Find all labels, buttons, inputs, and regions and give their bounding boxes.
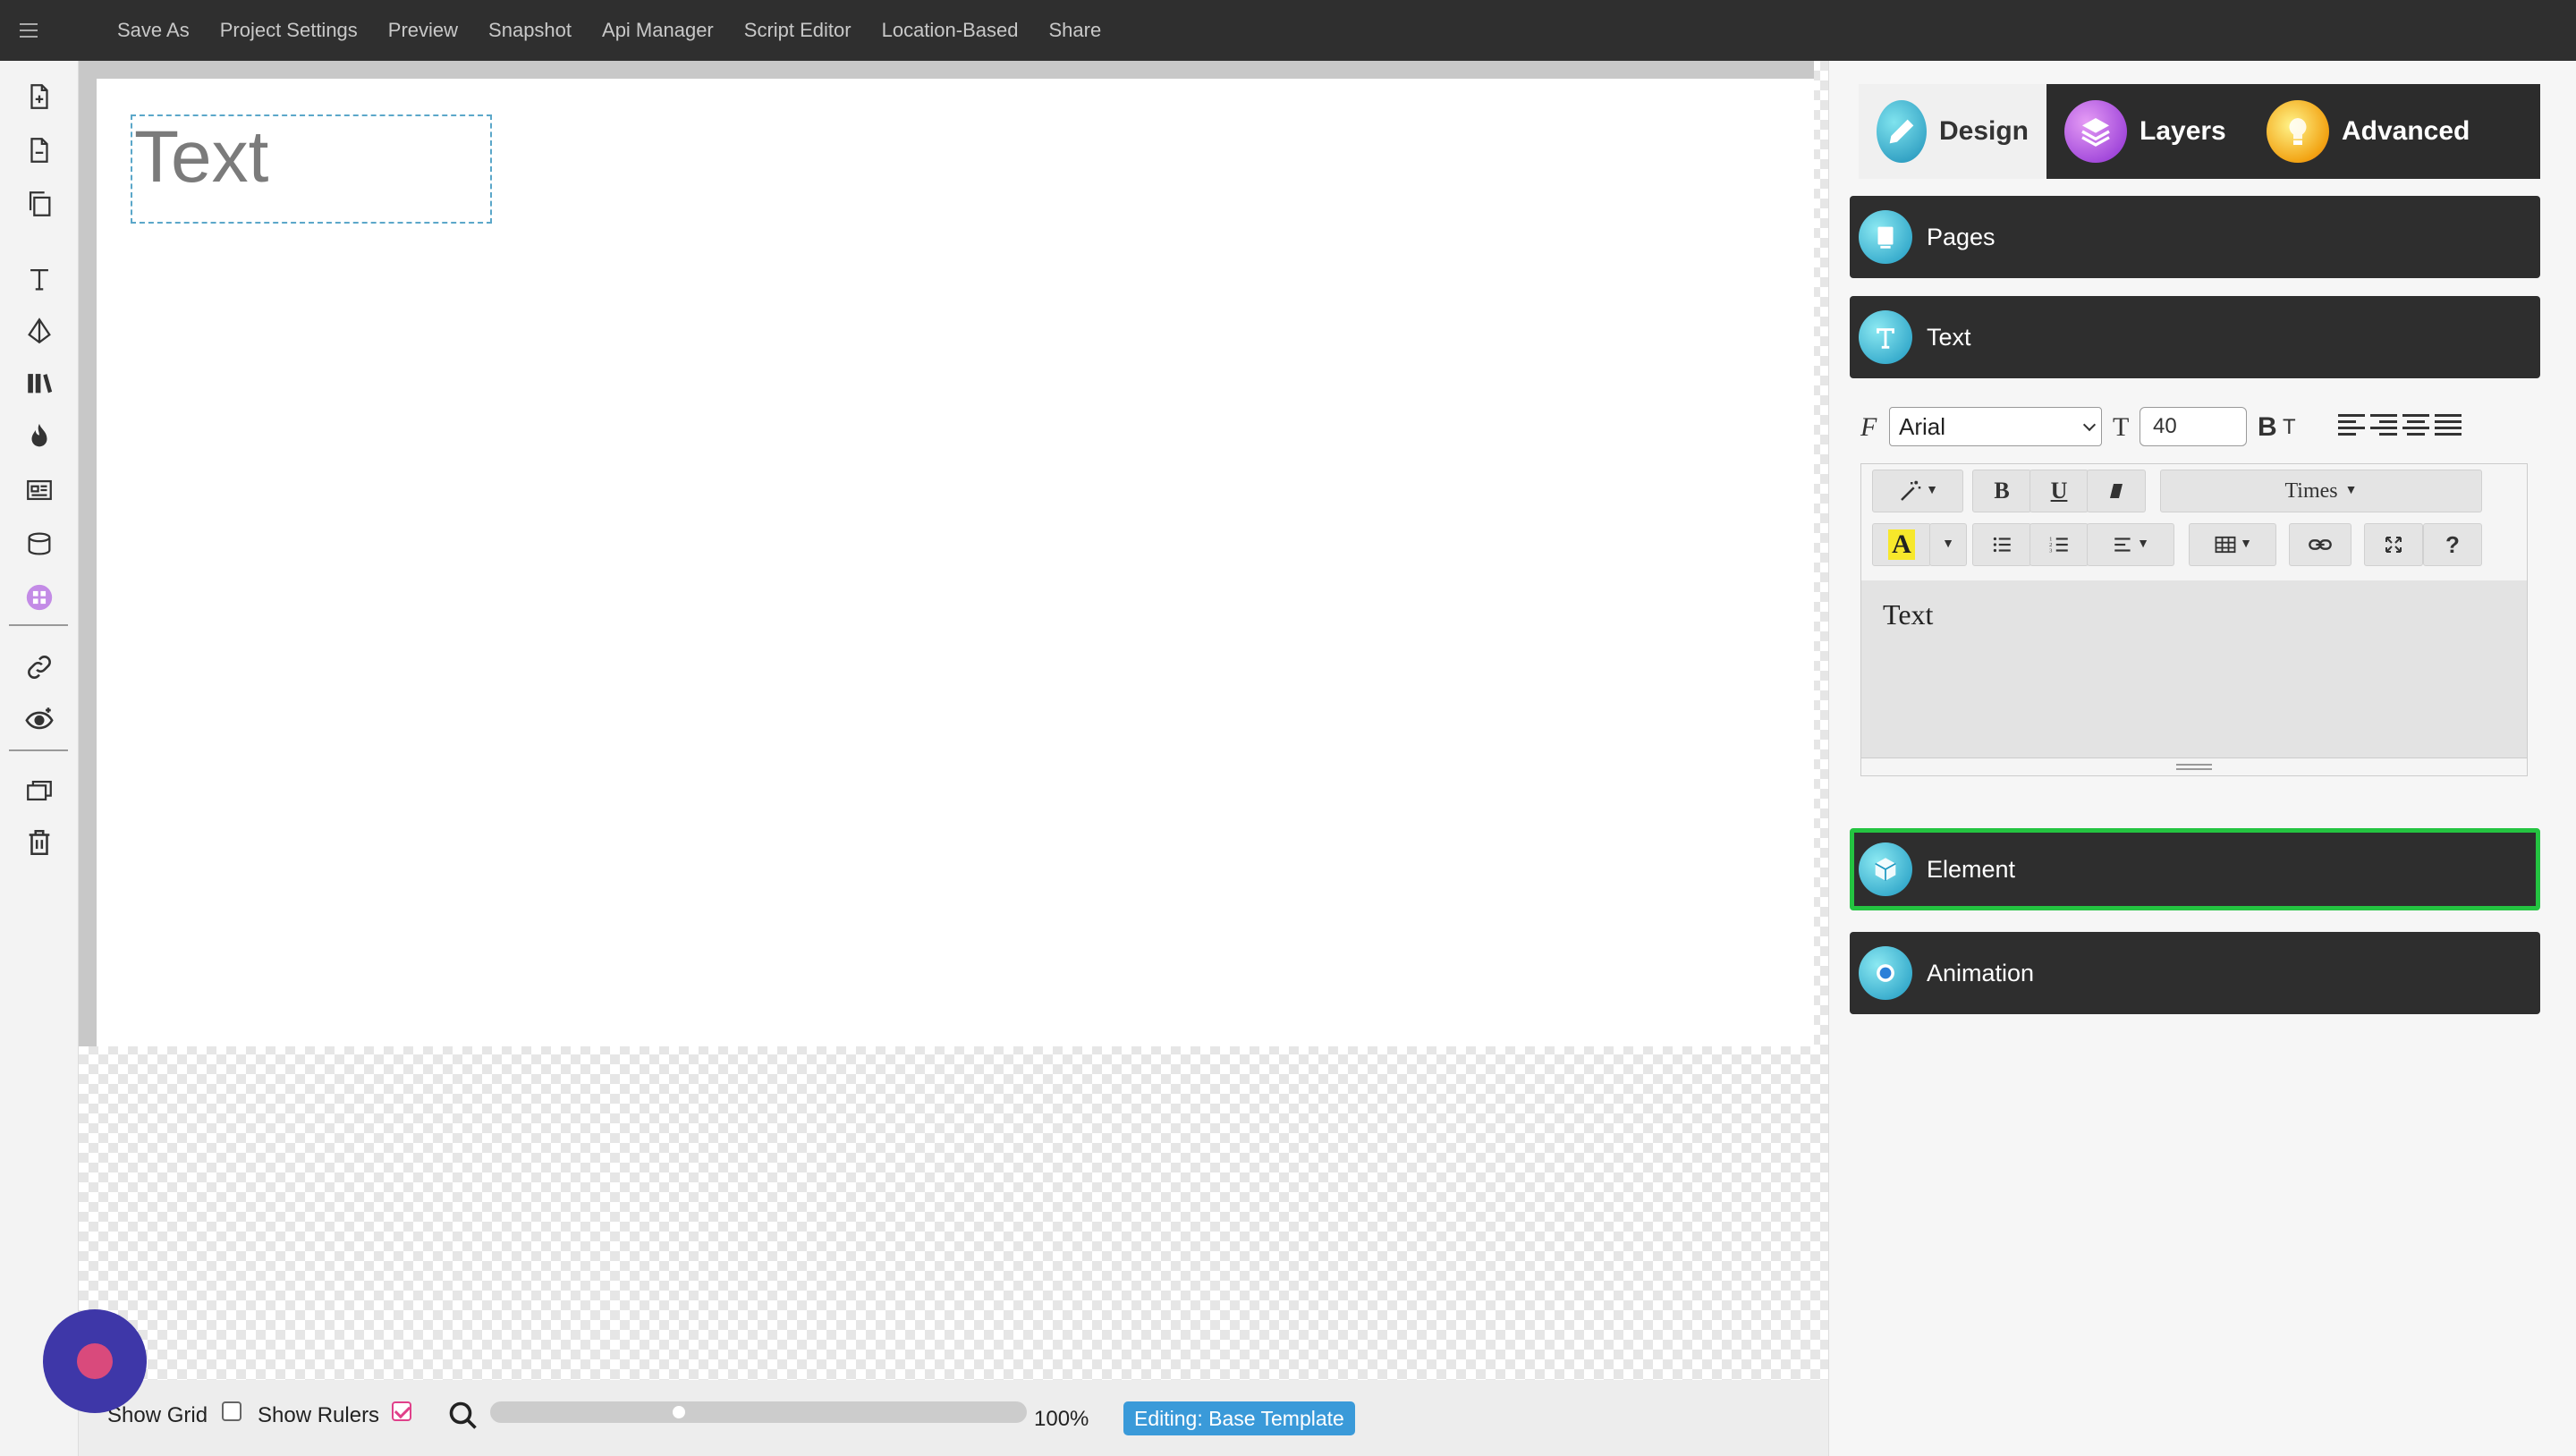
new-page-icon[interactable] xyxy=(20,77,59,116)
design-page[interactable] xyxy=(97,79,1814,1046)
insert-link-icon[interactable] xyxy=(2289,523,2351,566)
library-icon[interactable] xyxy=(20,363,59,402)
font-family-value: Arial xyxy=(1899,413,1946,440)
menu-snapshot[interactable]: Snapshot xyxy=(473,0,587,61)
font-size-icon: T xyxy=(2113,412,2130,442)
section-animation-label: Animation xyxy=(1927,959,2035,986)
record-fab-button[interactable] xyxy=(43,1309,147,1413)
copy-element-icon[interactable] xyxy=(20,771,59,810)
align-center-icon[interactable] xyxy=(2402,414,2429,439)
menu-preview[interactable]: Preview xyxy=(373,0,473,61)
tab-advanced[interactable]: Advanced xyxy=(2249,84,2540,179)
svg-text:3: 3 xyxy=(2049,548,2052,554)
bullet-list-icon[interactable] xyxy=(1972,523,2031,566)
text-color-dropdown[interactable]: ▼ xyxy=(1929,523,1967,566)
link-icon[interactable] xyxy=(20,648,59,687)
panel-tabs: Design Layers Advanced xyxy=(1859,84,2540,179)
align-justify-icon[interactable] xyxy=(2435,414,2462,439)
table-insert-icon[interactable]: ▼ xyxy=(2189,523,2276,566)
show-rulers-checkbox[interactable] xyxy=(392,1401,411,1421)
zoom-slider[interactable] xyxy=(490,1401,1027,1423)
duplicate-page-icon[interactable] xyxy=(20,184,59,224)
editor-bold-button[interactable]: B xyxy=(1972,470,2031,512)
editor-font-dropdown[interactable]: Times ▼ xyxy=(2160,470,2482,512)
tab-layers-label: Layers xyxy=(2140,116,2226,146)
canvas-text-content: Text xyxy=(134,116,269,198)
menu-location-based[interactable]: Location-Based xyxy=(867,0,1034,61)
bottom-bar: Show Grid Show Rulers 100% Editing: Base… xyxy=(79,1380,1828,1456)
menu-share[interactable]: Share xyxy=(1033,0,1116,61)
canvas-text-element[interactable]: Text xyxy=(131,114,492,224)
database-icon[interactable] xyxy=(20,524,59,563)
paragraph-align-dropdown[interactable]: ▼ xyxy=(2087,523,2174,566)
ruler-top xyxy=(79,61,1814,79)
toolbar-divider xyxy=(9,749,68,751)
section-pages[interactable]: Pages xyxy=(1850,196,2540,278)
magic-style-button[interactable]: ▼ xyxy=(1872,470,1963,512)
fire-icon[interactable] xyxy=(20,417,59,456)
editor-underline-button[interactable]: U xyxy=(2029,470,2089,512)
text-tool-icon[interactable] xyxy=(20,259,59,299)
rich-text-editor: ▼ B U Times ▼ A ▼ 123 ▼ ▼ ? Text xyxy=(1860,463,2528,776)
text-color-button[interactable]: A xyxy=(1872,523,1931,566)
pencil-icon xyxy=(1877,100,1927,163)
news-widget-icon[interactable] xyxy=(20,470,59,510)
show-grid-label: Show Grid xyxy=(107,1403,208,1427)
align-left-icon[interactable] xyxy=(2338,414,2365,439)
text-style-icon[interactable]: T xyxy=(2283,407,2296,447)
font-family-select[interactable]: Arial xyxy=(1889,407,2102,446)
menu-api-manager[interactable]: Api Manager xyxy=(587,0,729,61)
editor-content-text: Text xyxy=(1883,598,1934,631)
pages-icon xyxy=(1859,210,1912,264)
editing-status-badge: Editing: Base Template xyxy=(1123,1401,1355,1435)
tab-design[interactable]: Design xyxy=(1859,84,2046,179)
lightbulb-icon xyxy=(2267,100,2329,163)
section-text[interactable]: Text xyxy=(1850,296,2540,378)
show-rulers-label: Show Rulers xyxy=(258,1403,380,1427)
element-cube-icon xyxy=(1859,842,1912,896)
show-grid-checkbox[interactable] xyxy=(222,1401,242,1421)
hamburger-menu-icon[interactable] xyxy=(20,0,59,61)
tab-design-label: Design xyxy=(1938,116,2029,146)
section-text-label: Text xyxy=(1927,323,1971,351)
tab-layers[interactable]: Layers xyxy=(2046,84,2249,179)
menu-script-editor[interactable]: Script Editor xyxy=(729,0,867,61)
font-size-input[interactable] xyxy=(2140,407,2247,446)
section-animation[interactable]: Animation xyxy=(1850,932,2540,1014)
menu-save-as[interactable]: Save As xyxy=(102,0,205,61)
left-toolbar xyxy=(0,61,79,1456)
align-right-icon[interactable] xyxy=(2370,414,2397,439)
text-format-row: F Arial T B T xyxy=(1859,407,2538,447)
eraser-icon[interactable] xyxy=(2087,470,2146,512)
main-menu: Save As Project Settings Preview Snapsho… xyxy=(102,0,1116,61)
bold-toggle-icon[interactable]: B xyxy=(2258,407,2277,447)
text-section-icon xyxy=(1859,310,1912,364)
ruler-left xyxy=(79,61,97,1046)
toolbar-divider xyxy=(9,624,68,626)
zoom-level: 100% xyxy=(1034,1407,1089,1431)
editor-content-area[interactable]: Text xyxy=(1861,580,2527,758)
top-menu-bar: Save As Project Settings Preview Snapsho… xyxy=(0,0,2576,61)
section-pages-label: Pages xyxy=(1927,223,1996,250)
menu-project-settings[interactable]: Project Settings xyxy=(205,0,373,61)
eye-plus-icon[interactable] xyxy=(20,699,59,739)
help-button[interactable]: ? xyxy=(2423,523,2482,566)
tab-advanced-label: Advanced xyxy=(2342,116,2470,146)
zoom-slider-thumb[interactable] xyxy=(673,1406,685,1418)
layers-icon xyxy=(2064,100,2127,163)
editor-font-value: Times xyxy=(2284,478,2338,503)
apps-icon[interactable] xyxy=(20,578,59,617)
remove-page-icon[interactable] xyxy=(20,131,59,170)
animation-icon xyxy=(1859,946,1912,1000)
section-element-label: Element xyxy=(1927,855,2016,883)
zoom-search-icon[interactable] xyxy=(447,1400,479,1432)
section-element[interactable]: Element xyxy=(1850,828,2540,910)
numbered-list-icon[interactable]: 123 xyxy=(2029,523,2089,566)
fullscreen-icon[interactable] xyxy=(2364,523,2423,566)
shape-tool-icon[interactable] xyxy=(20,311,59,351)
editor-resize-handle[interactable] xyxy=(1861,758,2527,775)
trash-icon[interactable] xyxy=(20,823,59,862)
font-family-icon: F xyxy=(1860,412,1877,442)
